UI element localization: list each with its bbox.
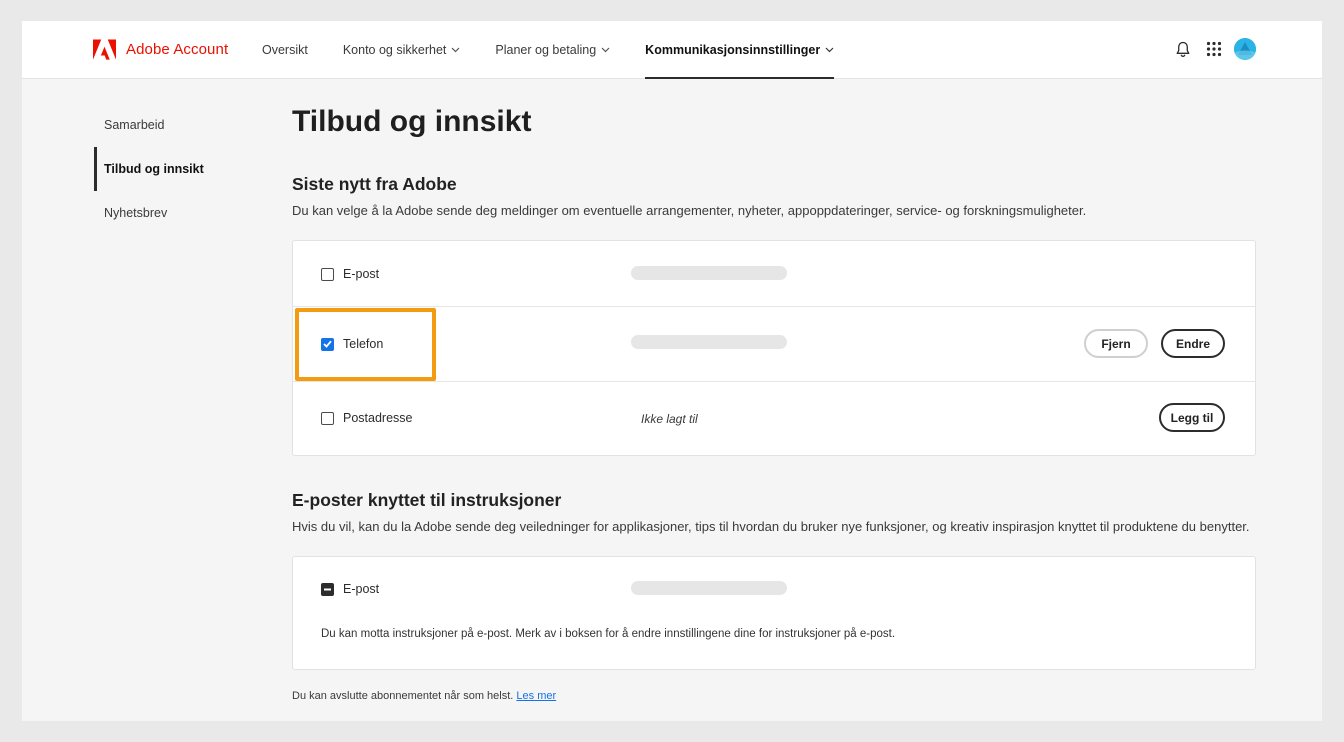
section-title: E-poster knyttet til instruksjoner [292, 490, 562, 510]
dash-icon [324, 588, 331, 590]
sidebar-item-label: Nyhetsbrev [104, 206, 168, 220]
main-content: Tilbud og innsikt Siste nytt fra Adobe D… [292, 103, 1256, 670]
phone-value-placeholder [631, 335, 787, 349]
header-actions [1172, 38, 1256, 60]
sidebar-item-nyhetsbrev[interactable]: Nyhetsbrev [94, 191, 264, 235]
checkbox-field: E-post [321, 267, 379, 281]
pref-row-email: E-post [293, 241, 1255, 307]
sidebar: Samarbeid Tilbud og innsikt Nyhetsbrev [94, 103, 264, 235]
chevron-down-icon [601, 47, 610, 53]
nav-overview[interactable]: Oversikt [262, 21, 308, 79]
avatar-image [1234, 38, 1256, 60]
email-checkbox[interactable] [321, 267, 334, 281]
nav-plans-billing[interactable]: Planer og betaling [495, 21, 610, 79]
nav-plans-billing-label: Planer og betaling [495, 43, 597, 57]
sidebar-item-tilbud-og-innsikt[interactable]: Tilbud og innsikt [94, 147, 264, 191]
footer-note: Du kan avslutte abonnementet når som hel… [292, 690, 556, 702]
section-latest-news: Siste nytt fra Adobe Du kan velge å la A… [292, 174, 1256, 456]
instructions-card: E-post Du kan motta instruksjoner på e-p… [292, 556, 1256, 670]
contact-preferences-card: E-post Telefon Fjern Endre Postadresse I… [292, 240, 1256, 456]
postal-value: Ikke lagt til [641, 412, 698, 426]
bell-icon[interactable] [1172, 38, 1194, 60]
avatar[interactable] [1234, 38, 1256, 60]
footer-text: Du kan avslutte abonnementet når som hel… [292, 690, 514, 702]
nav-account-security[interactable]: Konto og sikkerhet [343, 21, 461, 79]
edit-button[interactable]: Endre [1161, 329, 1225, 358]
app-grid-icon[interactable] [1203, 38, 1225, 60]
remove-button[interactable]: Fjern [1084, 329, 1148, 358]
email-value-placeholder [631, 266, 787, 280]
postal-checkbox[interactable] [321, 411, 334, 425]
pref-row-postal: Postadresse Ikke lagt til Legg til [293, 382, 1255, 455]
learn-more-link[interactable]: Les mer [516, 690, 556, 702]
email-label: E-post [343, 267, 380, 281]
page-title: Tilbud og innsikt [292, 105, 532, 138]
instructions-email-label: E-post [343, 582, 380, 596]
instructions-email-value-placeholder [631, 581, 787, 595]
postal-label: Postadresse [343, 411, 413, 425]
nav-communication-settings[interactable]: Kommunikasjonsinnstillinger [645, 21, 835, 79]
sidebar-item-samarbeid[interactable]: Samarbeid [94, 103, 264, 147]
checkbox-field: Postadresse [321, 411, 412, 425]
checkbox-field: Telefon [321, 337, 383, 351]
nav-communication-settings-label: Kommunikasjonsinnstillinger [645, 43, 821, 57]
section-title: Siste nytt fra Adobe [292, 174, 457, 194]
section-instructions: E-poster knyttet til instruksjoner Hvis … [292, 490, 1256, 670]
main-nav: Oversikt Konto og sikkerhet Planer og be… [262, 21, 869, 79]
instructions-email-checkbox[interactable] [321, 582, 334, 596]
phone-label: Telefon [343, 337, 384, 351]
adobe-logo-icon [93, 39, 116, 60]
pref-row-phone: Telefon Fjern Endre [293, 307, 1255, 382]
instructions-note: Du kan motta instruksjoner på e-post. Me… [321, 628, 896, 640]
add-button[interactable]: Legg til [1159, 403, 1225, 432]
chevron-down-icon [825, 47, 834, 53]
section-description: Du kan velge å la Adobe sende deg meldin… [292, 203, 1087, 218]
sidebar-item-label: Tilbud og innsikt [104, 162, 204, 176]
chevron-down-icon [451, 47, 460, 53]
checkbox-field: E-post [321, 582, 379, 596]
top-header: Adobe Account Oversikt Konto og sikkerhe… [22, 21, 1322, 79]
section-description: Hvis du vil, kan du la Adobe sende deg v… [292, 519, 1250, 534]
brand[interactable]: Adobe Account [93, 39, 228, 60]
sidebar-item-label: Samarbeid [104, 118, 165, 132]
brand-name: Adobe Account [126, 41, 229, 58]
nav-account-security-label: Konto og sikkerhet [342, 43, 447, 57]
phone-checkbox[interactable] [321, 337, 334, 351]
checkmark-icon [323, 340, 332, 348]
nav-overview-label: Oversikt [262, 43, 308, 57]
app-frame: Adobe Account Oversikt Konto og sikkerhe… [22, 21, 1322, 721]
